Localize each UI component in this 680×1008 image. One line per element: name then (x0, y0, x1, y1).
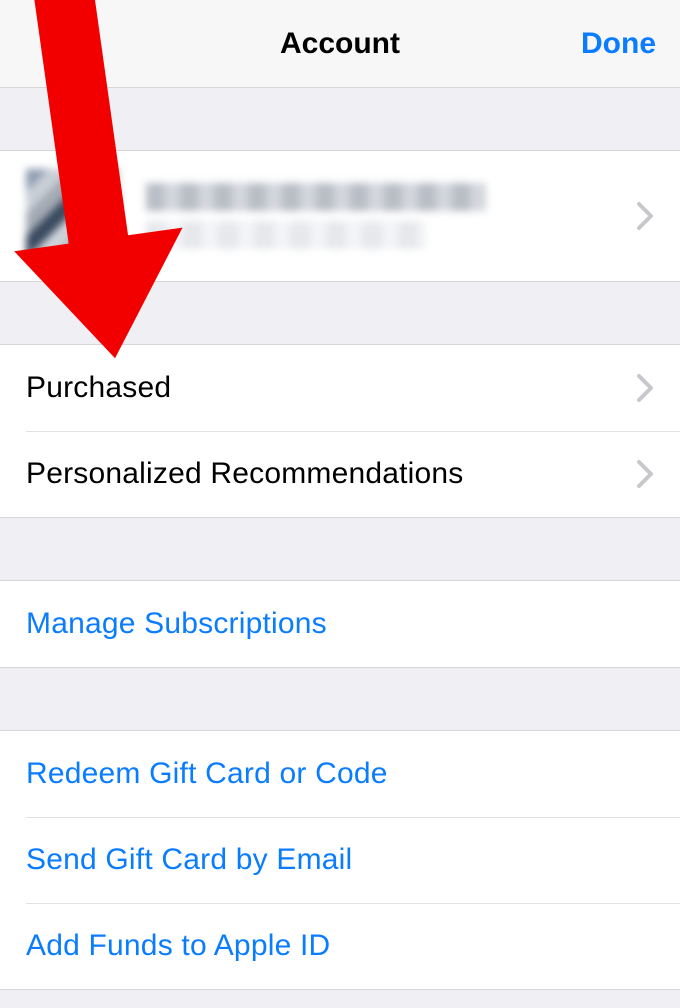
done-button[interactable]: Done (581, 27, 656, 61)
add-funds-row[interactable]: Add Funds to Apple ID (0, 903, 680, 989)
chevron-right-icon (636, 459, 654, 489)
chevron-right-icon (636, 373, 654, 403)
purchased-row[interactable]: Purchased (0, 345, 680, 431)
purchased-label: Purchased (26, 371, 171, 405)
purchased-section: Purchased Personalized Recommendations (0, 344, 680, 518)
send-gift-row[interactable]: Send Gift Card by Email (0, 817, 680, 903)
manage-subscriptions-label: Manage Subscriptions (26, 607, 327, 641)
avatar (26, 169, 120, 263)
navbar: Account Done (0, 0, 680, 88)
page-title: Account (280, 27, 400, 61)
add-funds-label: Add Funds to Apple ID (26, 929, 330, 963)
account-name (146, 183, 654, 249)
redeem-row[interactable]: Redeem Gift Card or Code (0, 731, 680, 817)
recommendations-row[interactable]: Personalized Recommendations (0, 431, 680, 517)
gift-section: Redeem Gift Card or Code Send Gift Card … (0, 730, 680, 990)
manage-subscriptions-row[interactable]: Manage Subscriptions (0, 581, 680, 667)
redeem-label: Redeem Gift Card or Code (26, 757, 388, 791)
account-section (0, 150, 680, 282)
recommendations-label: Personalized Recommendations (26, 457, 464, 491)
chevron-right-icon (636, 201, 654, 231)
send-gift-label: Send Gift Card by Email (26, 843, 352, 877)
subscriptions-section: Manage Subscriptions (0, 580, 680, 668)
account-row[interactable] (0, 151, 680, 281)
